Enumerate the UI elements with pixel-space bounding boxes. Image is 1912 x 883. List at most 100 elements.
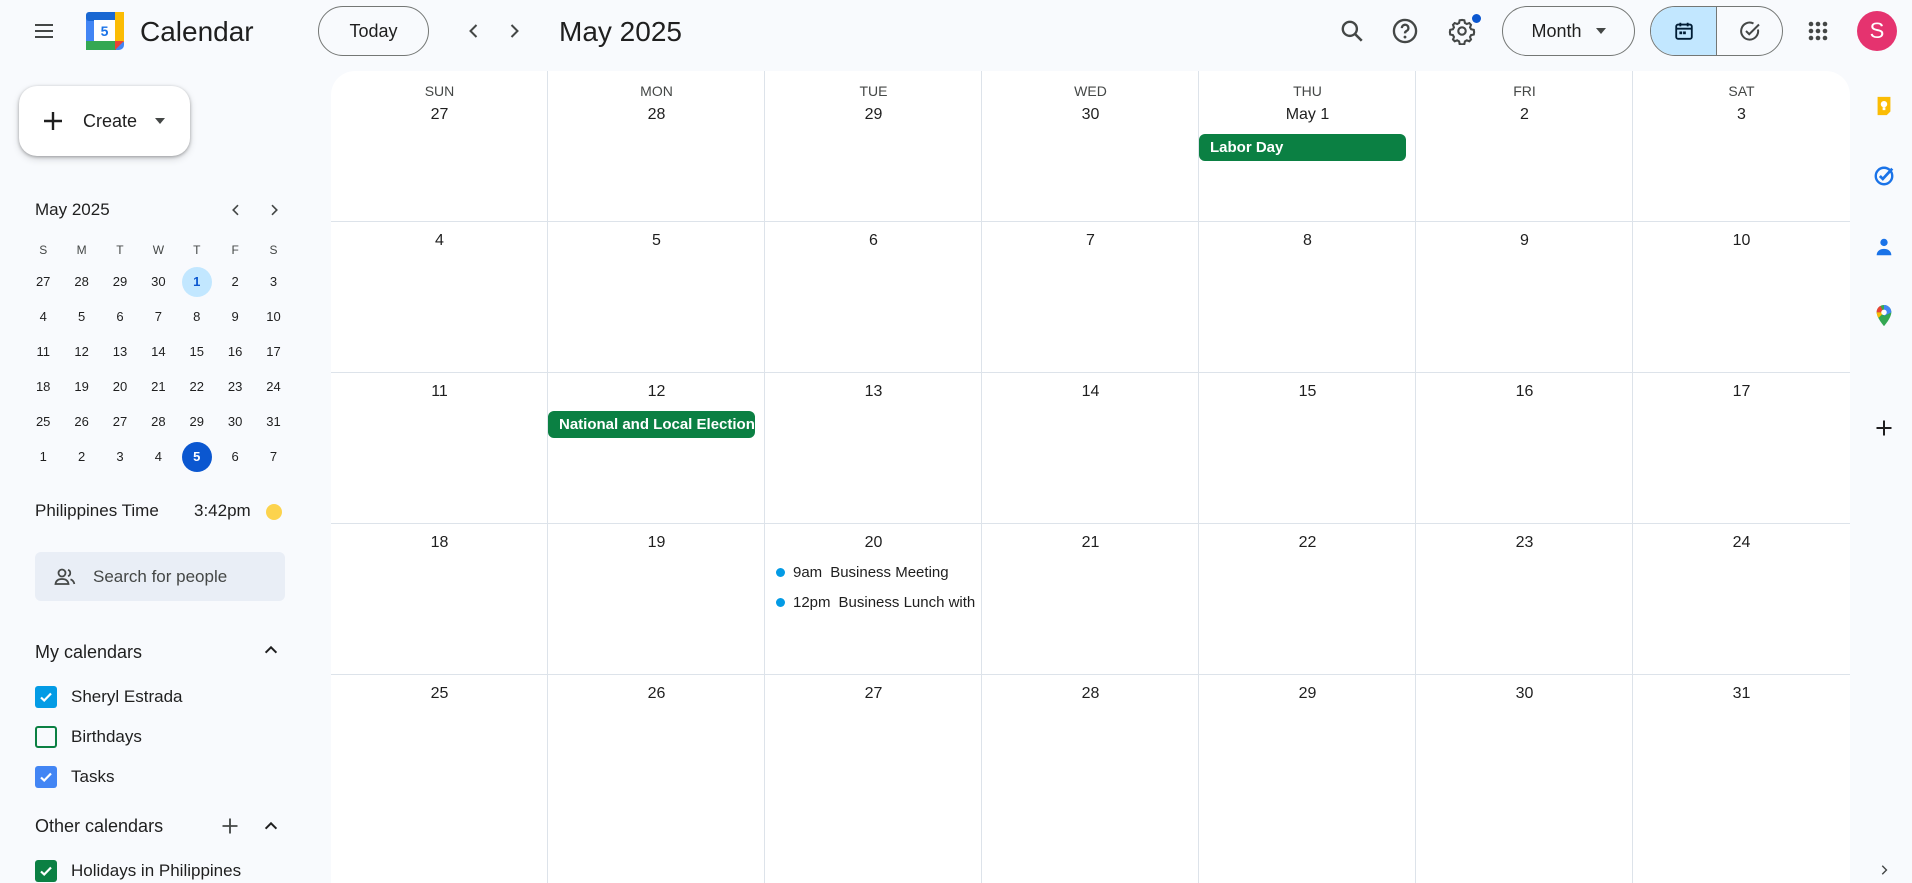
day-cell[interactable] bbox=[765, 71, 982, 221]
checkbox-unchecked-icon[interactable] bbox=[35, 726, 57, 748]
mini-calendar-day[interactable]: 19 bbox=[62, 369, 100, 404]
mini-calendar-day[interactable]: 2 bbox=[62, 439, 100, 474]
mini-calendar-day[interactable]: 6 bbox=[216, 439, 254, 474]
maps-icon[interactable] bbox=[1872, 304, 1896, 328]
mini-calendar-day[interactable]: 20 bbox=[101, 369, 139, 404]
day-number[interactable]: 26 bbox=[548, 685, 765, 703]
mini-calendar-day[interactable]: 29 bbox=[178, 404, 216, 439]
mini-calendar-day[interactable]: 16 bbox=[216, 334, 254, 369]
day-number[interactable]: 2 bbox=[1416, 106, 1633, 124]
checkbox-checked-icon[interactable] bbox=[35, 860, 57, 882]
account-avatar[interactable]: S bbox=[1857, 11, 1897, 51]
mini-calendar-day[interactable]: 1 bbox=[178, 264, 216, 299]
tasks-view-toggle[interactable] bbox=[1717, 7, 1782, 55]
all-day-event-chip[interactable]: Labor Day bbox=[1199, 134, 1406, 161]
mini-calendar-day[interactable]: 28 bbox=[139, 404, 177, 439]
day-number[interactable]: 24 bbox=[1633, 534, 1850, 552]
calendar-view-toggle[interactable] bbox=[1651, 7, 1717, 55]
day-number[interactable]: 27 bbox=[331, 106, 548, 124]
day-number[interactable]: 7 bbox=[982, 232, 1199, 250]
mini-calendar-day[interactable]: 4 bbox=[24, 299, 62, 334]
mini-calendar-day[interactable]: 2 bbox=[216, 264, 254, 299]
day-number[interactable]: 30 bbox=[982, 106, 1199, 124]
day-number[interactable]: 10 bbox=[1633, 232, 1850, 250]
view-selector-dropdown[interactable]: Month bbox=[1502, 6, 1635, 56]
day-cell[interactable] bbox=[1416, 71, 1633, 221]
checkbox-checked-icon[interactable] bbox=[35, 686, 57, 708]
day-number[interactable]: 14 bbox=[982, 383, 1199, 401]
create-button[interactable]: Create bbox=[19, 86, 190, 156]
settings-gear-icon[interactable] bbox=[1442, 11, 1482, 51]
collapse-other-calendars-button[interactable] bbox=[253, 808, 289, 844]
mini-calendar-day[interactable]: 11 bbox=[24, 334, 62, 369]
contacts-icon[interactable] bbox=[1872, 235, 1896, 259]
mini-calendar-day[interactable]: 1 bbox=[24, 439, 62, 474]
calendar-item-holidays-in-philippines[interactable]: Holidays in Philippines bbox=[35, 860, 241, 882]
mini-calendar-day[interactable]: 22 bbox=[178, 369, 216, 404]
mini-calendar-day[interactable]: 30 bbox=[216, 404, 254, 439]
add-icon[interactable] bbox=[1872, 416, 1896, 440]
mini-calendar-day[interactable]: 4 bbox=[139, 439, 177, 474]
mini-calendar-day[interactable]: 31 bbox=[254, 404, 292, 439]
all-day-event-chip[interactable]: National and Local Elections bbox=[548, 411, 755, 438]
mini-calendar-day[interactable]: 13 bbox=[101, 334, 139, 369]
mini-calendar-day[interactable]: 15 bbox=[178, 334, 216, 369]
mini-calendar-day[interactable]: 12 bbox=[62, 334, 100, 369]
day-number[interactable]: 29 bbox=[1199, 685, 1416, 703]
mini-calendar-next-button[interactable] bbox=[256, 192, 292, 228]
calendar-item-birthdays[interactable]: Birthdays bbox=[35, 726, 142, 748]
day-number[interactable]: 11 bbox=[331, 383, 548, 401]
day-number[interactable]: 31 bbox=[1633, 685, 1850, 703]
day-number[interactable]: 5 bbox=[548, 232, 765, 250]
day-number[interactable]: 22 bbox=[1199, 534, 1416, 552]
add-other-calendar-button[interactable] bbox=[212, 808, 248, 844]
day-cell[interactable] bbox=[331, 71, 548, 221]
day-number[interactable]: 16 bbox=[1416, 383, 1633, 401]
day-cell[interactable] bbox=[982, 71, 1199, 221]
day-number[interactable]: 27 bbox=[765, 685, 982, 703]
mini-calendar-day[interactable]: 29 bbox=[101, 264, 139, 299]
day-number[interactable]: 17 bbox=[1633, 383, 1850, 401]
apps-grid-icon[interactable] bbox=[1798, 11, 1838, 51]
help-icon[interactable] bbox=[1385, 11, 1425, 51]
checkbox-checked-icon[interactable] bbox=[35, 766, 57, 788]
day-number[interactable]: 28 bbox=[982, 685, 1199, 703]
mini-calendar-day[interactable]: 6 bbox=[101, 299, 139, 334]
mini-calendar-prev-button[interactable] bbox=[218, 192, 254, 228]
previous-period-button[interactable] bbox=[454, 11, 494, 51]
timed-event-chip[interactable]: 9am Business Meeting bbox=[776, 564, 977, 581]
day-number[interactable]: 4 bbox=[331, 232, 548, 250]
day-number[interactable]: 8 bbox=[1199, 232, 1416, 250]
mini-calendar-day[interactable]: 9 bbox=[216, 299, 254, 334]
keep-icon[interactable] bbox=[1872, 94, 1896, 118]
day-number[interactable]: May 1 bbox=[1199, 106, 1416, 124]
mini-calendar-day[interactable]: 27 bbox=[101, 404, 139, 439]
day-number[interactable]: 19 bbox=[548, 534, 765, 552]
timed-event-chip[interactable]: 12pm Business Lunch with bbox=[776, 594, 977, 611]
mini-calendar-day[interactable]: 30 bbox=[139, 264, 177, 299]
search-people-field[interactable]: Search for people bbox=[35, 552, 285, 601]
mini-calendar-day[interactable]: 8 bbox=[178, 299, 216, 334]
calendar-item-sheryl-estrada[interactable]: Sheryl Estrada bbox=[35, 686, 183, 708]
mini-calendar-day[interactable]: 27 bbox=[24, 264, 62, 299]
calendar-logo[interactable]: 5 bbox=[84, 10, 126, 52]
next-period-button[interactable] bbox=[494, 11, 534, 51]
other-calendars-heading[interactable]: Other calendars bbox=[35, 816, 163, 837]
day-number[interactable]: 6 bbox=[765, 232, 982, 250]
day-cell[interactable] bbox=[1633, 71, 1850, 221]
my-calendars-heading[interactable]: My calendars bbox=[35, 642, 142, 663]
day-number[interactable]: 13 bbox=[765, 383, 982, 401]
collapse-my-calendars-button[interactable] bbox=[253, 632, 289, 668]
day-number[interactable]: 23 bbox=[1416, 534, 1633, 552]
mini-calendar-day[interactable]: 26 bbox=[62, 404, 100, 439]
day-number[interactable]: 18 bbox=[331, 534, 548, 552]
day-number[interactable]: 30 bbox=[1416, 685, 1633, 703]
mini-calendar-day[interactable]: 28 bbox=[62, 264, 100, 299]
today-button[interactable]: Today bbox=[318, 6, 429, 56]
search-icon[interactable] bbox=[1332, 11, 1372, 51]
day-number[interactable]: 3 bbox=[1633, 106, 1850, 124]
day-number[interactable]: 29 bbox=[765, 106, 982, 124]
tasks-icon[interactable] bbox=[1872, 164, 1896, 188]
mini-calendar-day[interactable]: 7 bbox=[254, 439, 292, 474]
mini-calendar-day[interactable]: 3 bbox=[254, 264, 292, 299]
